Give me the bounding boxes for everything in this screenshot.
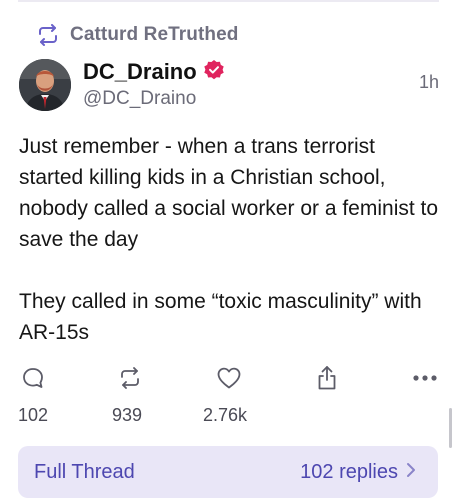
- post-paragraph: Just remember - when a trans terrorist s…: [19, 135, 439, 251]
- retruth-icon: [36, 24, 60, 46]
- more-button[interactable]: [412, 365, 438, 391]
- reply-count: 102: [18, 405, 49, 425]
- reply-icon: [21, 366, 45, 390]
- retruth-label: Catturd ReTruthed: [70, 24, 239, 45]
- retruth-header[interactable]: Catturd ReTruthed: [36, 22, 238, 48]
- full-thread-label: Full Thread: [34, 460, 135, 483]
- post-body: Just remember - when a trans terrorist s…: [19, 131, 444, 348]
- top-divider: [18, 0, 439, 2]
- chevron-right-icon: [406, 461, 416, 484]
- author-block: DC_Draino @DC_Draino: [83, 58, 225, 110]
- retruth-icon: [118, 367, 142, 389]
- avatar[interactable]: [19, 59, 71, 111]
- name-row: DC_Draino: [83, 58, 225, 86]
- verified-badge-icon: [203, 59, 225, 86]
- thread-replies: 102 replies: [300, 461, 416, 484]
- timestamp: 1h: [418, 72, 439, 92]
- retruth-button[interactable]: [117, 365, 143, 391]
- scrollbar[interactable]: [449, 408, 452, 448]
- replies-count: 102 replies: [300, 460, 398, 483]
- share-button[interactable]: [314, 365, 340, 391]
- retruth-count: 939: [112, 405, 143, 425]
- handle[interactable]: @DC_Draino: [83, 88, 225, 110]
- full-thread-button[interactable]: Full Thread 102 replies: [18, 446, 438, 498]
- post-paragraph: They called in some “toxic masculinity” …: [19, 290, 422, 344]
- reply-button[interactable]: [20, 365, 46, 391]
- heart-icon: [216, 366, 242, 390]
- like-count: 2.76k: [203, 405, 248, 425]
- like-button[interactable]: [216, 365, 242, 391]
- more-icon: [412, 374, 438, 382]
- display-name[interactable]: DC_Draino: [83, 59, 197, 85]
- share-icon: [315, 365, 339, 391]
